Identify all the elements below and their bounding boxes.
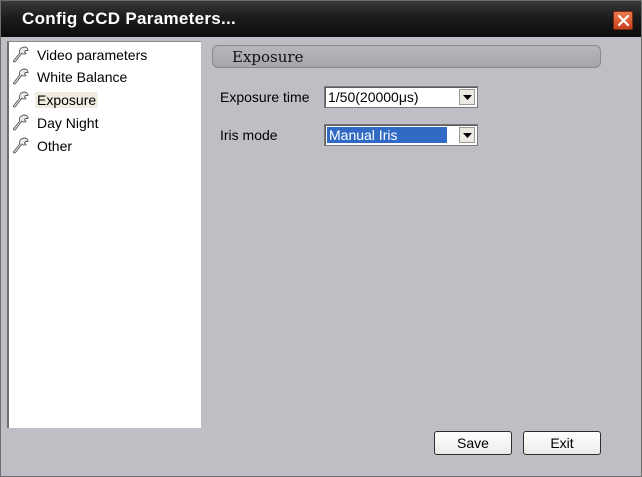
exit-button[interactable]: Exit <box>523 431 601 455</box>
tree-item-label: Exposure <box>35 92 99 108</box>
settings-tree: Video parameters White Balance Exposure … <box>7 41 201 428</box>
chevron-down-icon <box>463 95 472 100</box>
iris-mode-value: Manual Iris <box>327 127 448 143</box>
iris-mode-label: Iris mode <box>220 127 278 143</box>
window-title: Config CCD Parameters... <box>22 9 237 28</box>
exposure-time-select[interactable]: 1/50(20000μs) <box>324 86 478 108</box>
title-bar[interactable]: Config CCD Parameters... <box>1 1 641 37</box>
save-button[interactable]: Save <box>434 431 512 455</box>
close-icon <box>618 15 629 26</box>
dropdown-button[interactable] <box>459 127 475 143</box>
tree-item-label: Video parameters <box>37 47 148 63</box>
tree-item-video-parameters[interactable]: Video parameters <box>11 45 191 65</box>
tree-item-exposure[interactable]: Exposure <box>11 90 191 110</box>
wrench-icon <box>13 46 29 63</box>
wrench-icon <box>13 91 29 108</box>
section-header: Exposure <box>212 45 601 68</box>
config-dialog: Config CCD Parameters... Video parameter… <box>0 0 642 477</box>
wrench-icon <box>13 137 29 154</box>
wrench-icon <box>13 68 29 85</box>
tree-item-label: White Balance <box>37 69 128 85</box>
close-button[interactable] <box>613 11 633 30</box>
section-title: Exposure <box>232 48 304 66</box>
exposure-time-value: 1/50(20000μs) <box>328 89 419 105</box>
wrench-icon <box>13 114 29 131</box>
tree-item-white-balance[interactable]: White Balance <box>11 67 191 87</box>
iris-mode-select[interactable]: Manual Iris <box>324 124 478 146</box>
chevron-down-icon <box>463 133 472 138</box>
tree-item-day-night[interactable]: Day Night <box>11 113 191 133</box>
tree-item-label: Day Night <box>37 115 99 131</box>
tree-item-label: Other <box>37 138 73 154</box>
tree-item-other[interactable]: Other <box>11 136 191 156</box>
exposure-time-label: Exposure time <box>220 89 310 105</box>
dropdown-button[interactable] <box>459 89 475 105</box>
